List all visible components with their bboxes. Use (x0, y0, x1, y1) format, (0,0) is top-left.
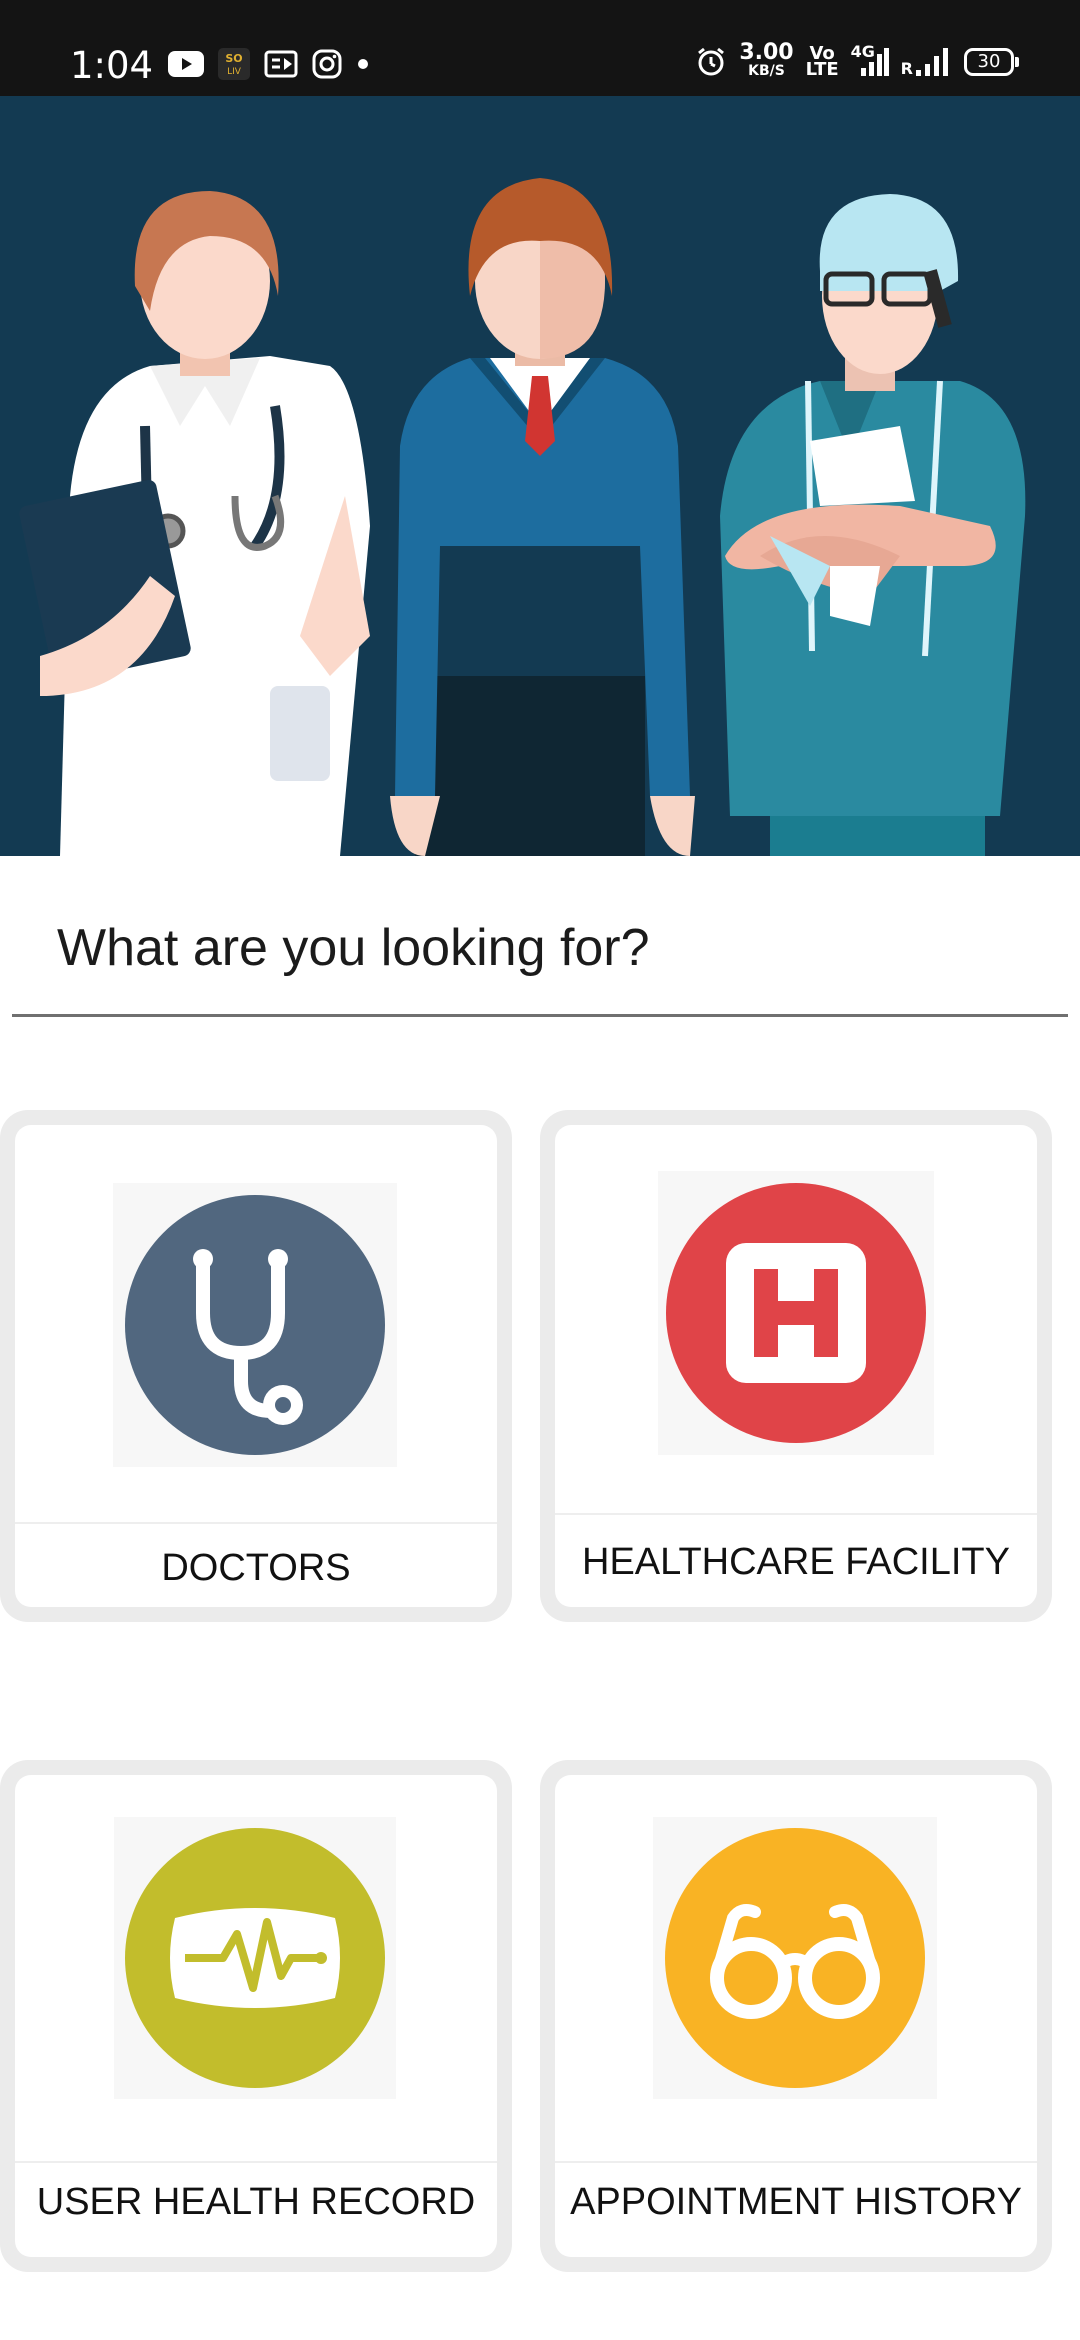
title-divider (12, 1014, 1068, 1017)
card-separator (555, 2161, 1037, 2163)
volte-sub-label: LTE (805, 59, 839, 80)
network-speed: 3.00 KB/S (739, 42, 793, 80)
roaming-label: R (900, 59, 913, 78)
card-separator (15, 2161, 497, 2163)
appointment-history-label: APPOINTMENT HISTORY (570, 2181, 1022, 2223)
card-separator (555, 1513, 1037, 1515)
alarm-icon (698, 47, 725, 76)
card-separator (15, 1522, 497, 1524)
signal-roaming: R (901, 46, 952, 78)
heartbeat-monitor-icon (114, 1817, 396, 2099)
status-bar: 1:04 SO LIV 3.00 KB/S Vo LTE 4G R 30 (0, 0, 1080, 96)
notification-icons: SO LIV (168, 48, 370, 80)
user-health-record-label: USER HEALTH RECORD (36, 2181, 476, 2223)
svg-text:LIV: LIV (227, 67, 242, 77)
glasses-icon (653, 1817, 937, 2099)
signal-4g: 4G (851, 42, 889, 78)
dot-icon (358, 59, 368, 69)
instagram-icon (312, 49, 342, 79)
network-type-label: 4G (850, 42, 875, 61)
system-icons: 3.00 KB/S Vo LTE 4G R 30 (695, 42, 1019, 80)
doctors-card[interactable]: DOCTORS (0, 1110, 512, 1622)
status-time: 1:04 (70, 44, 154, 87)
doctors-label: DOCTORS (161, 1547, 351, 1589)
stethoscope-icon (113, 1183, 397, 1467)
doctor-figure (19, 191, 370, 856)
patient-figure (390, 178, 695, 856)
healthcare-facility-card[interactable]: HEALTHCARE FACILITY (540, 1110, 1052, 1622)
healthcare-facility-label: HEALTHCARE FACILITY (582, 1541, 1010, 1583)
user-health-record-card[interactable]: USER HEALTH RECORD (0, 1760, 512, 2272)
hospital-icon (658, 1171, 934, 1455)
signal-icon (916, 48, 948, 76)
battery-icon: 30 (964, 48, 1019, 76)
user-health-record-card-body[interactable]: USER HEALTH RECORD (15, 1775, 497, 2257)
healthcare-facility-card-body[interactable]: HEALTHCARE FACILITY (555, 1125, 1037, 1607)
hero-banner (0, 96, 1080, 856)
news-icon (264, 50, 298, 78)
page-title: What are you looking for? (57, 919, 650, 977)
doctors-card-body[interactable]: DOCTORS (15, 1125, 497, 1607)
appointment-history-card[interactable]: APPOINTMENT HISTORY (540, 1760, 1052, 2272)
youtube-icon (168, 51, 204, 77)
medical-staff-illustration (19, 178, 1026, 856)
svg-text:SO: SO (225, 52, 242, 65)
sonyliv-icon: SO LIV (218, 48, 250, 80)
surgeon-figure (720, 194, 1026, 856)
volte-indicator: Vo LTE (805, 45, 839, 80)
appointment-history-card-body[interactable]: APPOINTMENT HISTORY (555, 1775, 1037, 2257)
